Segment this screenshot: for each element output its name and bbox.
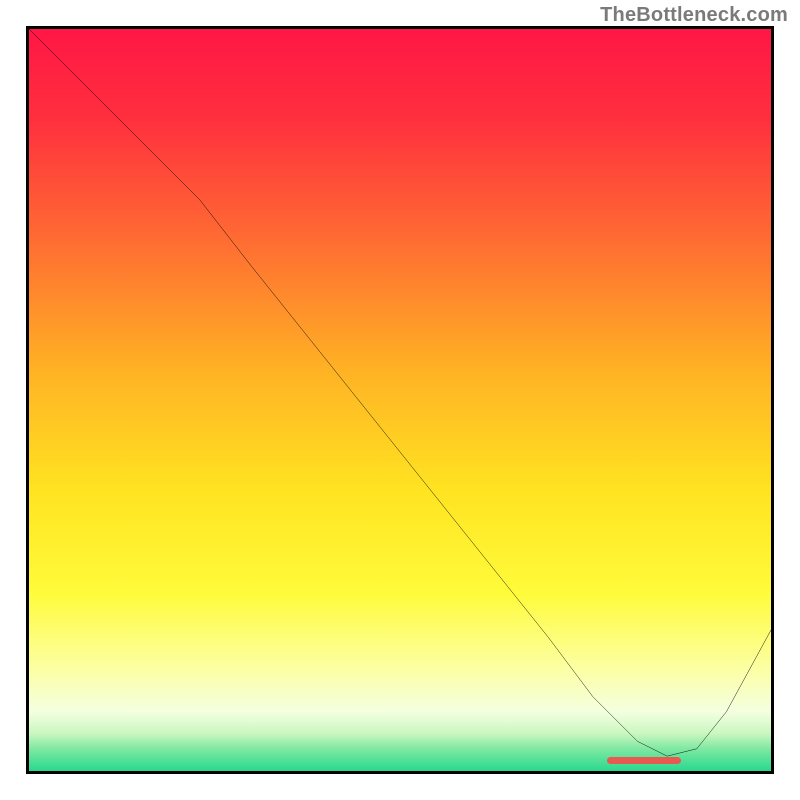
- bottleneck-curve: [29, 29, 771, 771]
- optimal-range-marker: [607, 757, 681, 764]
- attribution-text: TheBottleneck.com: [600, 4, 788, 27]
- chart-container: TheBottleneck.com: [0, 0, 800, 800]
- plot-area: [26, 26, 774, 774]
